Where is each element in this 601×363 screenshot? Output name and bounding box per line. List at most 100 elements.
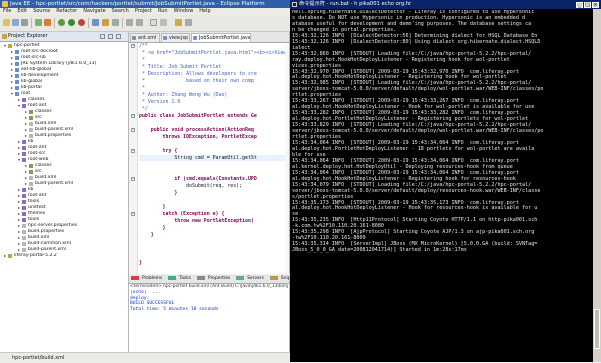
minimize-button[interactable]: _ [576, 2, 583, 8]
menu-item[interactable]: File [0, 8, 14, 15]
expand-icon[interactable]: ▸ [24, 176, 28, 180]
folder-icon [22, 104, 26, 108]
expand-icon[interactable]: ▸ [17, 236, 21, 240]
menu-item[interactable]: Window [171, 8, 197, 15]
expand-icon[interactable]: ▸ [17, 212, 21, 216]
expand-icon[interactable]: ▸ [10, 68, 14, 72]
search-icon[interactable] [112, 19, 119, 26]
expand-icon[interactable]: ▸ [17, 152, 21, 156]
settings-icon[interactable] [44, 19, 51, 26]
editor-tab[interactable]: view.jsp [161, 33, 190, 42]
menu-item[interactable]: Project [132, 8, 155, 15]
menu-item[interactable]: Refactor [53, 8, 80, 15]
fold-icon[interactable]: − [131, 114, 135, 118]
expand-icon[interactable]: ▸ [24, 134, 28, 138]
expand-icon[interactable]: ▸ [17, 248, 21, 252]
fold-icon[interactable]: − [131, 177, 135, 181]
expand-icon[interactable]: ▸ [17, 230, 21, 234]
expand-icon[interactable]: ▸ [24, 110, 28, 114]
save-icon[interactable] [12, 19, 19, 26]
collapse-icon[interactable]: ▾ [17, 158, 21, 162]
editor-tab[interactable]: ant.xml [130, 33, 160, 42]
expand-icon[interactable]: ▸ [10, 74, 14, 78]
open-perspective-icon[interactable] [185, 19, 192, 26]
expand-icon[interactable]: ▸ [17, 140, 21, 144]
expand-icon[interactable]: ▸ [17, 188, 21, 192]
expand-icon[interactable]: ▸ [17, 98, 21, 102]
cmd-scrollbar[interactable] [593, 9, 601, 362]
maximize-button[interactable]: □ [584, 2, 591, 8]
link-editor-icon[interactable] [108, 34, 113, 39]
run-icon[interactable] [68, 19, 75, 26]
perspective-icon[interactable] [175, 19, 182, 26]
forward-icon[interactable] [136, 19, 143, 26]
server-icon[interactable] [35, 19, 42, 26]
console-tab[interactable]: Snippets [268, 275, 289, 283]
code-line: * Description: Allows developers to cre [139, 71, 257, 77]
expand-icon[interactable]: ▸ [24, 116, 28, 120]
fold-icon[interactable]: − [131, 212, 135, 216]
collapse-icon[interactable]: ▾ [17, 104, 21, 108]
expand-icon[interactable]: ▸ [17, 194, 21, 198]
pin-icon[interactable] [160, 19, 167, 26]
tree-row[interactable]: ▸ liferay-portal-5.2.2 [0, 253, 128, 259]
expand-icon[interactable]: ▸ [10, 86, 14, 90]
menu-item[interactable]: Help [196, 8, 213, 15]
close-button[interactable]: × [592, 2, 599, 8]
expand-icon[interactable]: ▸ [17, 218, 21, 222]
fold-icon[interactable]: − [131, 149, 135, 153]
menu-item[interactable]: Run [155, 8, 171, 15]
cmd-scroll-thumb[interactable] [594, 309, 600, 349]
back-icon[interactable] [126, 19, 133, 26]
open-type-icon[interactable] [102, 19, 109, 26]
code-line: * based on their own comp [139, 78, 254, 84]
expand-icon[interactable]: ▸ [10, 50, 14, 54]
folder-icon [15, 62, 19, 66]
debug-icon[interactable] [58, 19, 65, 26]
console-tab[interactable]: Tasks [166, 275, 195, 283]
console-tab[interactable]: Servers [234, 275, 268, 283]
expand-icon[interactable]: ▸ [3, 254, 7, 258]
new-icon[interactable] [3, 19, 10, 26]
cmd-output[interactable]: hell.spring.hibernate.DialectDetector - … [292, 10, 590, 360]
code-line: } [139, 260, 142, 266]
expand-icon[interactable]: ▸ [17, 146, 21, 150]
new-java-class-icon[interactable] [92, 19, 99, 26]
menu-item[interactable]: Search [109, 8, 132, 15]
console-tab-icon [269, 275, 278, 280]
expand-icon[interactable]: ▸ [24, 128, 28, 132]
menu-item[interactable]: Edit [14, 8, 30, 15]
view-menu-icon[interactable] [116, 34, 121, 39]
collapse-all-icon[interactable] [100, 34, 105, 39]
file-icon [22, 242, 26, 246]
expand-icon[interactable]: ▸ [17, 224, 21, 228]
expand-icon[interactable]: ▸ [17, 242, 21, 246]
collapse-icon[interactable]: ▾ [10, 92, 14, 96]
project-explorer-tab[interactable]: Project Explorer [0, 32, 128, 42]
code-line: public void processAction(ActionReq [139, 127, 254, 133]
menu-item[interactable]: Navigate [80, 8, 108, 15]
expand-icon[interactable]: ▸ [17, 200, 21, 204]
collapse-icon[interactable]: ▾ [3, 44, 7, 48]
annotation-icon[interactable] [150, 19, 157, 26]
expand-icon[interactable]: ▸ [24, 182, 28, 186]
external-tools-icon[interactable] [78, 19, 85, 26]
editor-ruler: − − − − − − [129, 43, 138, 274]
expand-icon[interactable]: ▸ [10, 56, 14, 60]
expand-icon[interactable]: ▸ [24, 164, 28, 168]
expand-icon[interactable]: ▸ [10, 62, 14, 66]
expand-icon[interactable]: ▸ [24, 122, 28, 126]
expand-icon[interactable]: ▸ [24, 170, 28, 174]
console-tab[interactable]: Properties [195, 275, 234, 283]
code-line: public class JobSubmitPortlet extends Ge [139, 113, 257, 119]
print-icon[interactable] [21, 19, 28, 26]
editor-tab[interactable]: JobSubmitPortlet.java [191, 33, 251, 42]
menu-item[interactable]: Source [30, 8, 53, 15]
console-tab[interactable]: Problems [129, 275, 166, 283]
expand-icon[interactable]: ▸ [10, 80, 14, 84]
fold-icon[interactable]: − [131, 44, 135, 48]
fold-icon[interactable]: − [131, 128, 135, 132]
expand-icon[interactable]: ▸ [17, 206, 21, 210]
folder-icon [22, 140, 26, 144]
